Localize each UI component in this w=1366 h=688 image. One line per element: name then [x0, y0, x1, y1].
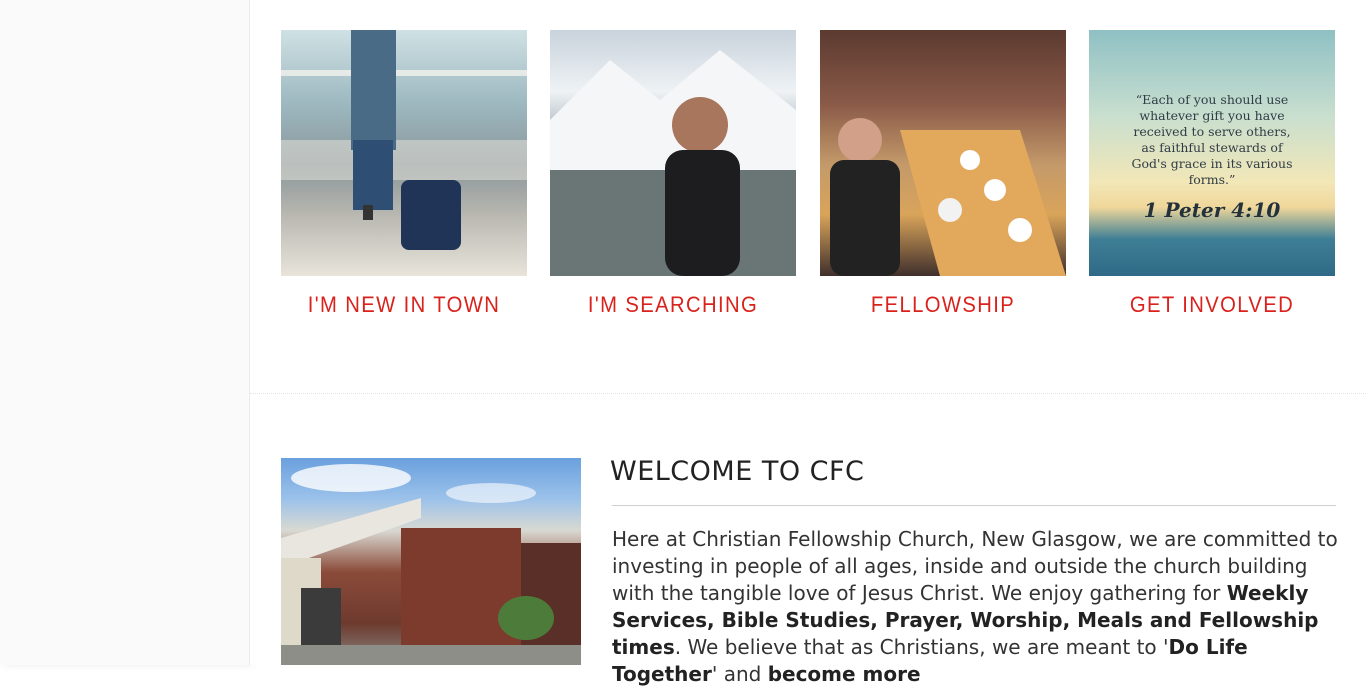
section-divider: [250, 393, 1366, 394]
verse-reference: 1 Peter 4:10: [1143, 198, 1281, 222]
welcome-text-2: . We believe that as Christians, we are …: [674, 635, 1169, 659]
main-content: I'M NEW IN TOWN I'M SEARCHING FELLOWSHIP…: [250, 0, 1366, 686]
fellowship-illustration: [830, 118, 1066, 276]
verse-quote: “Each of you should use whatever gift yo…: [1131, 92, 1293, 187]
searching-image[interactable]: [550, 30, 796, 276]
left-sidebar: [0, 0, 250, 665]
welcome-divider: [612, 505, 1336, 506]
card-label-new-in-town[interactable]: I'M NEW IN TOWN: [291, 292, 517, 318]
card-get-involved[interactable]: “Each of you should use whatever gift yo…: [1089, 30, 1335, 318]
traveler-image[interactable]: [281, 30, 527, 276]
welcome-text-3: ' and: [711, 662, 768, 686]
fellowship-image[interactable]: [820, 30, 1066, 276]
church-illustration: [281, 464, 581, 665]
card-new-in-town[interactable]: I'M NEW IN TOWN: [281, 30, 527, 318]
get-involved-image[interactable]: “Each of you should use whatever gift yo…: [1089, 30, 1335, 276]
welcome-bold-3: become more: [767, 662, 921, 686]
welcome-paragraph: Here at Christian Fellowship Church, New…: [612, 526, 1342, 688]
card-fellowship[interactable]: FELLOWSHIP: [820, 30, 1066, 318]
card-searching[interactable]: I'M SEARCHING: [550, 30, 796, 318]
welcome-title: WELCOME TO CFC: [610, 456, 865, 487]
church-building-image: [281, 458, 581, 665]
card-label-fellowship[interactable]: FELLOWSHIP: [830, 292, 1056, 318]
card-label-get-involved[interactable]: GET INVOLVED: [1099, 292, 1325, 318]
card-label-searching[interactable]: I'M SEARCHING: [560, 292, 786, 318]
man-mountains-illustration: [550, 50, 796, 276]
traveler-illustration: [281, 30, 527, 250]
